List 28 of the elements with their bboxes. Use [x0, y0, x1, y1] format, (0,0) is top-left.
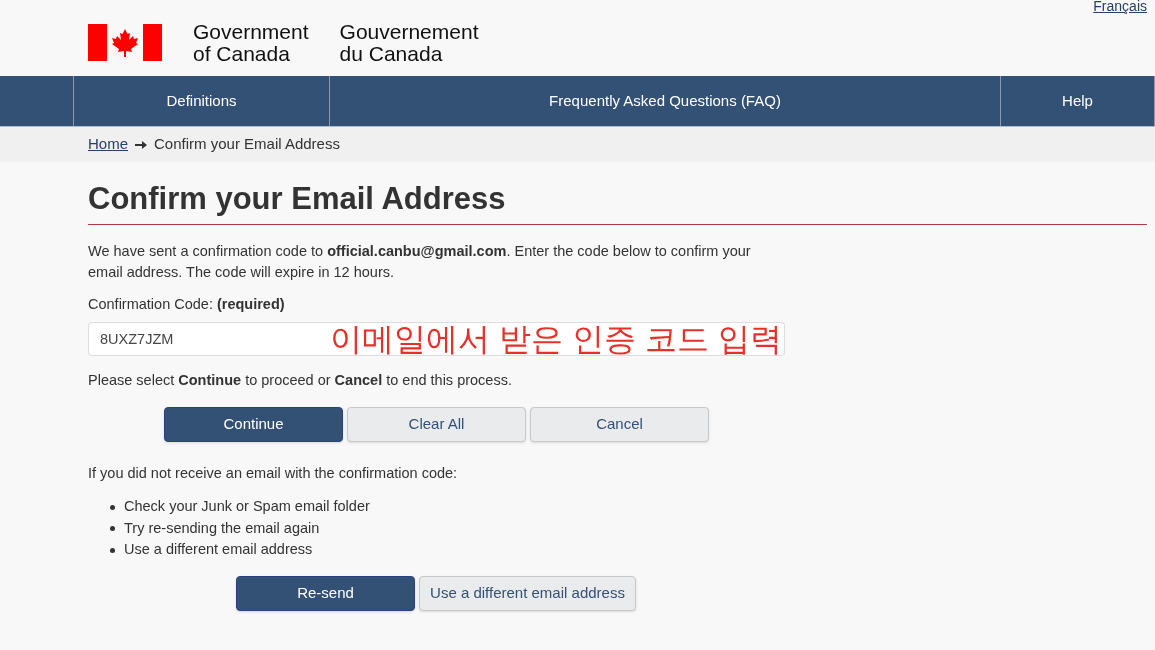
government-title: Gouvernement [339, 21, 479, 43]
nav-item[interactable]: Definitions [74, 76, 330, 126]
primary-button[interactable]: Continue [164, 406, 343, 442]
bullet-icon [110, 526, 115, 531]
secondary-button[interactable]: Cancel [530, 406, 709, 442]
intro-paragraph: We have sent a confirmation code to official.canbu@gmail.com. Enter the code below to confirm your email address. The code will expire in 12 hours. [88, 242, 752, 282]
arrow-right-icon [135, 139, 147, 150]
government-title: of Canada [193, 43, 291, 65]
nav-item[interactable]: Frequently Asked Questions (FAQ) [330, 76, 1001, 126]
secondary-button[interactable]: Clear All [347, 406, 526, 442]
help-text: If you did not receive an email with the confirmation code: [88, 463, 459, 483]
primary-button[interactable]: Re-send [236, 575, 415, 611]
breadcrumb-link[interactable]: Home [88, 133, 128, 156]
breadcrumb-current: Confirm your Email Address [154, 134, 340, 155]
instruction-text: Please select Continue to proceed or Cancel to end this process. [88, 370, 513, 390]
tip-item: Try re-sending the email again [124, 518, 320, 538]
government-title: Government [193, 21, 309, 43]
bullet-icon [110, 547, 115, 553]
tip-item: Check your Junk or Spam email folder [124, 497, 370, 517]
secondary-button[interactable]: Use a different email address [419, 575, 636, 611]
page-heading: Confirm your Email Address [88, 180, 1147, 225]
canada-flag-icon [88, 24, 162, 61]
bullet-icon [110, 504, 115, 510]
field-label: Confirmation Code: (required) [88, 295, 286, 314]
tip-item: Use a different email address [124, 540, 313, 560]
nav-item[interactable]: Help [1001, 76, 1155, 126]
language-link[interactable]: Français [1093, 0, 1147, 17]
government-title: du Canada [339, 43, 444, 65]
